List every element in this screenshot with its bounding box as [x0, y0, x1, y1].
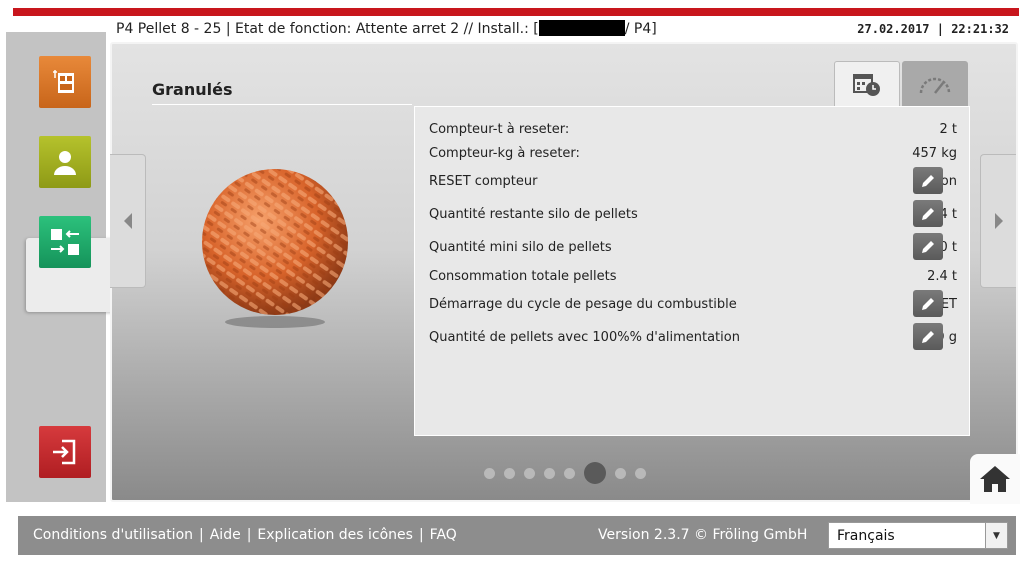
- table-row: RESET compteur Non: [429, 167, 957, 194]
- page-dot[interactable]: [504, 467, 515, 479]
- page-dot[interactable]: [484, 467, 495, 479]
- language-value: Français: [837, 528, 895, 544]
- table-row: Quantité mini silo de pellets 0.0 t: [429, 233, 957, 260]
- chevron-right-icon: [994, 213, 1003, 229]
- prev-page-button[interactable]: [110, 154, 146, 288]
- main-panel: Granulés Compteur-t à reseter: 2 t Compt…: [110, 42, 1020, 504]
- home-icon: [980, 466, 1010, 492]
- pencil-icon: [922, 174, 934, 187]
- page-dot[interactable]: [564, 467, 575, 479]
- page-header-title: P4 Pellet 8 - 25 | Etat de fonction: Att…: [116, 20, 657, 37]
- table-row: Quantité restante silo de pellets 3.4 t: [429, 200, 957, 227]
- sidebar-item-io[interactable]: [39, 216, 91, 268]
- user-icon: [54, 151, 76, 175]
- table-row: Quantité de pellets avec 100%% d'aliment…: [429, 323, 957, 350]
- tab-gauge[interactable]: [902, 61, 968, 106]
- pencil-icon: [922, 207, 934, 220]
- edit-button[interactable]: [913, 233, 943, 260]
- title-divider: [152, 104, 412, 105]
- sidebar-item-user[interactable]: [39, 136, 91, 188]
- link-faq[interactable]: FAQ: [430, 527, 457, 543]
- io-icon: [51, 229, 79, 255]
- table-row: Consommation totale pellets 2.4 t: [429, 268, 957, 284]
- boiler-icon: [53, 70, 74, 93]
- top-accent-bar: [13, 8, 1019, 16]
- edit-button[interactable]: [913, 290, 943, 317]
- page-dot-active[interactable]: [584, 462, 606, 484]
- edit-button[interactable]: [913, 323, 943, 350]
- tab-calendar[interactable]: [834, 61, 900, 106]
- sidebar: [6, 32, 116, 502]
- link-help[interactable]: Aide: [210, 527, 241, 543]
- table-row: Démarrage du cycle de pesage du combusti…: [429, 290, 957, 317]
- gauge-icon: [919, 77, 951, 94]
- table-row: Compteur-t à reseter: 2 t: [429, 121, 957, 137]
- footer: Conditions d'utilisation | Aide | Explicatio…: [18, 516, 1016, 555]
- page-dot[interactable]: [524, 467, 535, 479]
- chevron-left-icon: [123, 213, 132, 229]
- redacted-block: [538, 20, 625, 36]
- calendar-clock-icon: [853, 74, 880, 96]
- next-page-button[interactable]: [980, 154, 1016, 288]
- pencil-icon: [922, 240, 934, 253]
- sidebar-item-boiler[interactable]: [39, 56, 91, 108]
- footer-links: Conditions d'utilisation | Aide | Explicatio…: [33, 527, 457, 543]
- page-dot[interactable]: [615, 467, 626, 479]
- table-row: Compteur-kg à reseter: 457 kg: [429, 145, 957, 161]
- pencil-icon: [922, 330, 934, 343]
- link-icon-explanation[interactable]: Explication des icônes: [257, 527, 413, 543]
- exit-icon: [53, 439, 76, 465]
- page-title: Granulés: [152, 80, 233, 99]
- page-dot[interactable]: [544, 467, 555, 479]
- edit-button[interactable]: [913, 200, 943, 227]
- version-label: Version 2.3.7 © Fröling GmbH: [598, 527, 808, 543]
- link-terms[interactable]: Conditions d'utilisation: [33, 527, 193, 543]
- page-dot[interactable]: [635, 467, 646, 479]
- header-datetime: 27.02.2017 | 22:21:32: [857, 22, 1009, 36]
- language-select[interactable]: Français ▼: [828, 522, 1008, 549]
- values-panel: Compteur-t à reseter: 2 t Compteur-kg à …: [414, 106, 970, 436]
- page-indicator: [484, 462, 646, 484]
- edit-button[interactable]: [913, 167, 943, 194]
- home-button[interactable]: [970, 454, 1020, 504]
- sidebar-item-exit[interactable]: [39, 426, 91, 478]
- pencil-icon: [922, 297, 934, 310]
- pellet-ball-image: [202, 169, 348, 328]
- dropdown-arrow-icon[interactable]: ▼: [985, 523, 1007, 548]
